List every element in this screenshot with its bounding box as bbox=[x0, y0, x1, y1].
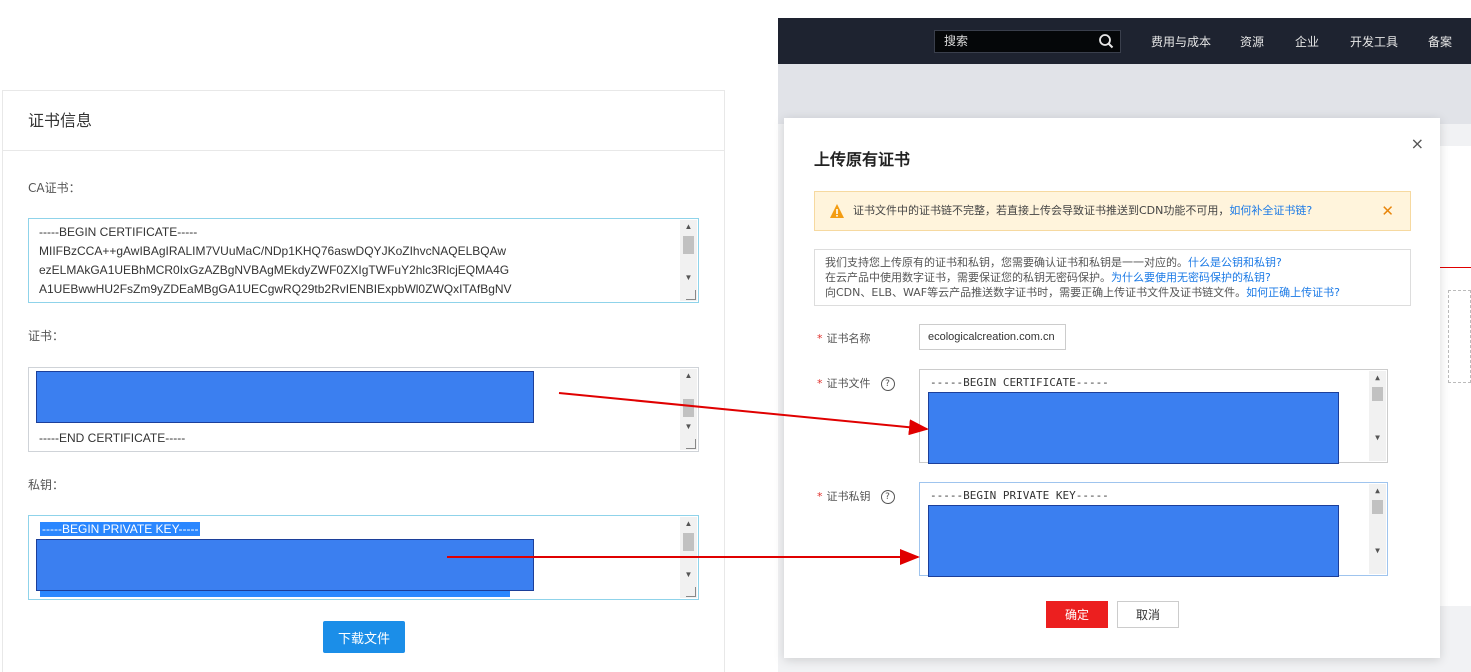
help-icon[interactable]: ? bbox=[880, 377, 895, 391]
info-notice: 我们支持您上传原有的证书和私钥，您需要确认证书和私钥是一一对应的。什么是公钥和私… bbox=[814, 249, 1411, 306]
ca-cert-textarea[interactable]: -----BEGIN CERTIFICATE----- MIIFBzCCA++g… bbox=[28, 218, 699, 303]
info-line: 向CDN、ELB、WAF等云产品推送数字证书时，需要正确上传证书文件及证书链文件… bbox=[825, 285, 1400, 300]
info-link[interactable]: 什么是公钥和私钥? bbox=[1188, 256, 1282, 269]
ca-cert-line: ezELMAkGA1UEBhMCR0IxGzAZBgNVBAgMEkdyZWF0… bbox=[39, 263, 510, 277]
ca-cert-label: CA证书： bbox=[28, 181, 81, 195]
nav-dev-tools[interactable]: 开发工具 bbox=[1350, 33, 1398, 50]
scroll-down-icon[interactable]: ▼ bbox=[1369, 431, 1386, 445]
search-icon[interactable] bbox=[1098, 33, 1114, 49]
scroll-thumb[interactable] bbox=[683, 236, 694, 254]
info-text: 向CDN、ELB、WAF等云产品推送数字证书时，需要正确上传证书文件及证书链文件… bbox=[825, 286, 1247, 299]
info-text: 在云产品中使用数字证书，需要保证您的私钥无密码保护。 bbox=[825, 271, 1111, 284]
cert-file-label: * 证书文件? bbox=[817, 375, 895, 391]
scroll-up-icon[interactable]: ▲ bbox=[1369, 371, 1386, 385]
upload-certificate-dialog: 上传原有证书 × 证书文件中的证书链不完整，若直接上传会导致证书推送到CDN功能… bbox=[784, 118, 1440, 658]
label-text: 证书私钥 bbox=[826, 490, 871, 503]
resize-handle-icon[interactable] bbox=[686, 290, 696, 300]
redacted-private-key-block bbox=[36, 539, 534, 591]
selected-key-begin: -----BEGIN PRIVATE KEY----- bbox=[40, 522, 201, 536]
label-text: 证书文件 bbox=[826, 377, 871, 390]
cert-name-label: * 证书名称 bbox=[817, 332, 871, 345]
warning-close-icon[interactable]: ✕ bbox=[1381, 192, 1394, 230]
nav-billing[interactable]: 费用与成本 bbox=[1151, 33, 1211, 50]
nav-icp-filing[interactable]: 备案 bbox=[1428, 33, 1452, 50]
scroll-down-icon[interactable]: ▼ bbox=[680, 420, 697, 434]
certificate-info-panel: 证书信息 CA证书： -----BEGIN CERTIFICATE----- M… bbox=[2, 90, 725, 672]
help-icon[interactable]: ? bbox=[880, 490, 895, 504]
cancel-button[interactable]: 取消 bbox=[1117, 601, 1179, 628]
redacted-private-key-block bbox=[928, 505, 1339, 577]
scroll-down-icon[interactable]: ▼ bbox=[680, 568, 697, 582]
scroll-thumb[interactable] bbox=[683, 399, 694, 417]
info-link[interactable]: 为什么要使用无密码保护的私钥? bbox=[1111, 271, 1271, 284]
cert-end-line: -----END CERTIFICATE----- bbox=[39, 431, 186, 445]
ca-cert-line: MIIFBzCCA++gAwIBAgIRALIM7VUuMaC/NDp1KHQ7… bbox=[39, 244, 507, 258]
scroll-up-icon[interactable]: ▲ bbox=[680, 220, 697, 234]
scroll-up-icon[interactable]: ▲ bbox=[680, 517, 697, 531]
cert-scrollbar[interactable]: ▲ ▼ bbox=[680, 369, 697, 450]
scroll-up-icon[interactable]: ▲ bbox=[680, 369, 697, 383]
info-line: 在云产品中使用数字证书，需要保证您的私钥无密码保护。为什么要使用无密码保护的私钥… bbox=[825, 270, 1400, 285]
search-placeholder: 搜索 bbox=[944, 34, 969, 48]
resize-handle-icon[interactable] bbox=[686, 587, 696, 597]
warning-link[interactable]: 如何补全证书链? bbox=[1229, 204, 1312, 217]
private-key-begin: -----BEGIN PRIVATE KEY----- bbox=[930, 489, 1109, 502]
panel-title: 证书信息 bbox=[3, 91, 724, 151]
warning-icon bbox=[830, 204, 844, 218]
cert-label: 证书： bbox=[28, 329, 65, 343]
background-dashed-box bbox=[1448, 290, 1471, 383]
search-input[interactable]: 搜索 bbox=[934, 30, 1121, 53]
private-key-scrollbar[interactable]: ▲ ▼ bbox=[1369, 484, 1386, 574]
info-text: 我们支持您上传原有的证书和私钥，您需要确认证书和私钥是一一对应的。 bbox=[825, 256, 1188, 269]
nav-enterprise[interactable]: 企业 bbox=[1295, 33, 1319, 50]
scroll-thumb[interactable] bbox=[1372, 500, 1383, 514]
scroll-down-icon[interactable]: ▼ bbox=[1369, 544, 1386, 558]
dialog-title: 上传原有证书 bbox=[814, 150, 911, 169]
scroll-up-icon[interactable]: ▲ bbox=[1369, 484, 1386, 498]
cert-name-input[interactable]: ecologicalcreation.com.cn bbox=[919, 324, 1066, 350]
ca-cert-line: A1UEBwwHU2FsZm9yZDEaMBgGA1UECgwRQ29tb2Rv… bbox=[39, 282, 512, 296]
resize-handle-icon[interactable] bbox=[686, 439, 696, 449]
redacted-certificate-block bbox=[928, 392, 1339, 464]
cert-file-begin: -----BEGIN CERTIFICATE----- bbox=[930, 376, 1109, 389]
warning-alert: 证书文件中的证书链不完整，若直接上传会导致证书推送到CDN功能不可用，如何补全证… bbox=[814, 191, 1411, 231]
confirm-button[interactable]: 确定 bbox=[1046, 601, 1108, 628]
download-file-button[interactable]: 下载文件 bbox=[323, 621, 405, 653]
info-link[interactable]: 如何正确上传证书? bbox=[1246, 286, 1340, 299]
redacted-certificate-block bbox=[36, 371, 534, 423]
info-line: 我们支持您上传原有的证书和私钥，您需要确认证书和私钥是一一对应的。什么是公钥和私… bbox=[825, 255, 1400, 270]
cert-file-scrollbar[interactable]: ▲ ▼ bbox=[1369, 371, 1386, 461]
ca-scrollbar[interactable]: ▲ ▼ bbox=[680, 220, 697, 301]
ca-cert-line: -----BEGIN CERTIFICATE----- bbox=[39, 225, 198, 239]
scroll-down-icon[interactable]: ▼ bbox=[680, 271, 697, 285]
key-scrollbar[interactable]: ▲ ▼ bbox=[680, 517, 697, 598]
label-text: 证书名称 bbox=[826, 332, 871, 345]
scroll-thumb[interactable] bbox=[683, 533, 694, 551]
private-key-label: 私钥： bbox=[28, 478, 65, 492]
background-divider bbox=[1440, 267, 1471, 268]
scroll-thumb[interactable] bbox=[1372, 387, 1383, 401]
warning-text: 证书文件中的证书链不完整，若直接上传会导致证书推送到CDN功能不可用， bbox=[853, 204, 1230, 217]
nav-resources[interactable]: 资源 bbox=[1240, 33, 1264, 50]
screenshot-stage: 证书信息 CA证书： -----BEGIN CERTIFICATE----- M… bbox=[0, 0, 1471, 672]
console-header-band bbox=[778, 64, 1471, 124]
top-navbar: 搜索 费用与成本 资源 企业 开发工具 备案 bbox=[778, 18, 1471, 64]
close-icon[interactable]: × bbox=[1411, 134, 1424, 153]
private-key-label: * 证书私钥? bbox=[817, 488, 895, 504]
